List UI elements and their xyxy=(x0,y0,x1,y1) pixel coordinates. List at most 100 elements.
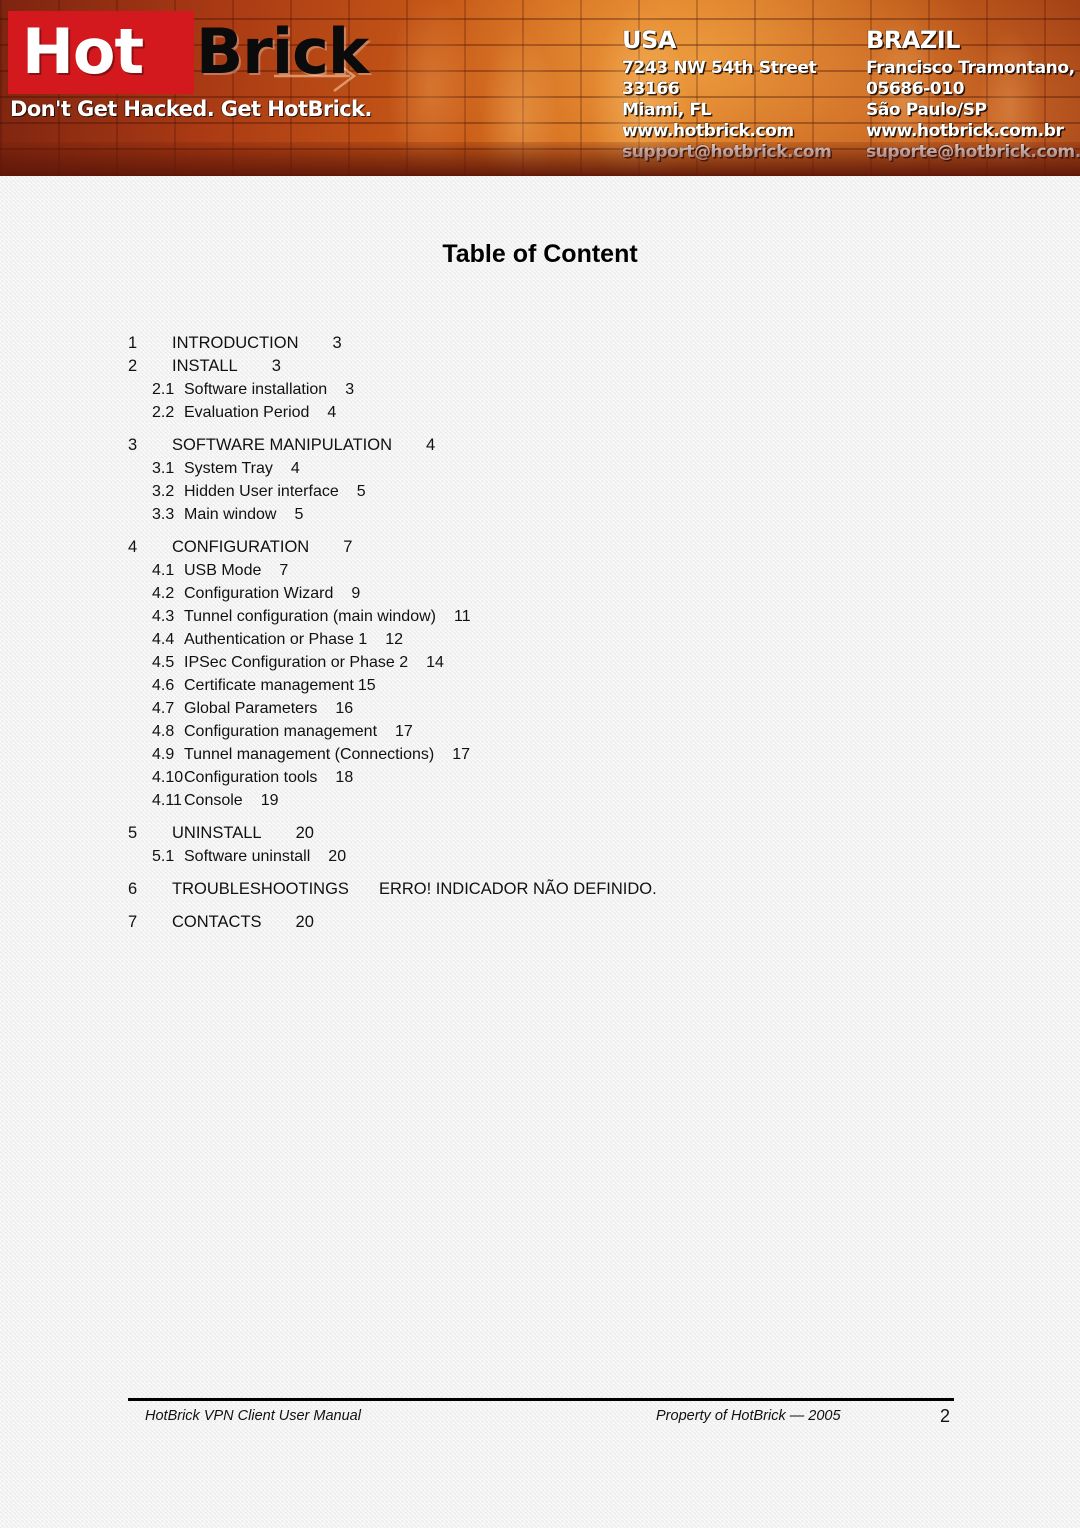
toc-entry-number: 4.10 xyxy=(152,769,184,786)
toc-entry[interactable]: 4.11 Console 19 xyxy=(128,789,958,812)
toc-entry[interactable]: 4.4 Authentication or Phase 1 12 xyxy=(128,628,958,651)
toc-entry-number: 3.3 xyxy=(152,506,175,523)
page-title: Table of Content xyxy=(442,240,638,268)
toc-entry-page-number: 3 xyxy=(271,357,281,375)
toc-entry-page-number: 7 xyxy=(343,538,353,556)
toc-entry-page-number: 18 xyxy=(335,769,354,786)
document-page: Hot Brick Don't Get Hacked. Get HotBrick… xyxy=(0,0,1080,1528)
toc-entry[interactable]: 6 TROUBLESHOOTINGS ERRO! INDICADOR NÃO DEF… xyxy=(128,878,958,901)
toc-entry-page-number: 5 xyxy=(356,483,366,500)
toc-entry-page-number: 7 xyxy=(279,562,289,579)
toc-entry-page-number: 14 xyxy=(426,654,444,671)
toc-entry[interactable]: 3.2 Hidden User interface 5 xyxy=(128,480,958,503)
toc-entry-title: Authentication or Phase 1 xyxy=(184,631,368,648)
toc-entry-page-number: 20 xyxy=(328,848,347,865)
toc-entry-title: USB Mode xyxy=(184,562,262,579)
toc-entry[interactable]: 7 CONTACTS 20 xyxy=(128,911,958,934)
footer-copyright-text: Property of HotBrick — 2005 xyxy=(656,1408,841,1424)
toc-entry-title: Software installation xyxy=(184,381,328,398)
toc-entry-number: 4.11 xyxy=(152,792,182,809)
toc-entry[interactable]: 3 SOFTWARE MANIPULATION 4 xyxy=(128,434,958,457)
toc-entry-page-number: 16 xyxy=(335,700,354,717)
toc-entry-title: Global Parameters xyxy=(184,700,318,717)
toc-entry[interactable]: 4.5 IPSec Configuration or Phase 2 14 xyxy=(128,651,958,674)
toc-entry-number: 4.7 xyxy=(152,700,175,717)
toc-entry[interactable]: 4.6 Certificate management 15 xyxy=(128,674,958,697)
toc-entry[interactable]: 2 INSTALL 3 xyxy=(128,355,958,378)
toc-entry[interactable]: 2.2 Evaluation Period 4 xyxy=(128,401,958,424)
toc-entry-number: 3.2 xyxy=(152,483,175,500)
contact-country-label: USA xyxy=(622,26,676,54)
toc-entry[interactable]: 4.2 Configuration Wizard 9 xyxy=(128,582,958,605)
toc-entry-number: 3 xyxy=(128,436,138,454)
toc-entry-number: 2 xyxy=(128,357,138,375)
table-of-contents: 1 INTRODUCTION 3 2 INSTALL 3 2.1 Software insta… xyxy=(128,322,958,934)
toc-entry-title: TROUBLESHOOTINGS xyxy=(172,880,349,898)
toc-entry-number: 4.1 xyxy=(152,562,175,579)
toc-entry-number: 4.9 xyxy=(152,746,175,763)
contact-city-line: São Paulo/SP xyxy=(866,100,987,120)
toc-entry[interactable]: 4.9 Tunnel management (Connections) 17 xyxy=(128,743,958,766)
toc-entry[interactable]: 4.8 Configuration management 17 xyxy=(128,720,958,743)
toc-entry-page-number: 4 xyxy=(426,436,436,454)
toc-entry-number: 4.5 xyxy=(152,654,175,671)
logo-word-hot: Hot xyxy=(22,15,144,88)
toc-entry-number: 7 xyxy=(128,913,138,931)
toc-entry-number: 4.8 xyxy=(152,723,175,740)
toc-entry-title: Certificate management xyxy=(184,677,354,694)
toc-entry[interactable]: 4.10Configuration tools 18 xyxy=(128,766,958,789)
toc-entry[interactable]: 5 UNINSTALL 20 xyxy=(128,822,958,845)
toc-entry-number: 6 xyxy=(128,880,138,898)
toc-entry-page-number: 17 xyxy=(452,746,471,763)
contact-website-link[interactable]: www.hotbrick.com xyxy=(622,121,831,142)
toc-entry-page-number: ERRO! INDICADOR NÃO DEFINIDO. xyxy=(378,880,657,898)
footer-manual-title: HotBrick VPN Client User Manual xyxy=(145,1408,361,1424)
toc-entry-page-number: 9 xyxy=(351,585,361,602)
toc-entry-page-number: 17 xyxy=(395,723,413,740)
toc-entry-page-number: 11 xyxy=(453,608,471,625)
toc-entry[interactable]: 3.1 System Tray 4 xyxy=(128,457,958,480)
toc-entry-title: INTRODUCTION xyxy=(172,334,299,352)
toc-entry-title: Tunnel management (Connections) xyxy=(184,746,435,763)
toc-entry-title: UNINSTALL xyxy=(172,824,262,842)
contact-city-line: Miami, FL xyxy=(622,100,711,120)
toc-entry-number: 4 xyxy=(128,538,138,556)
toc-entry-number: 4.2 xyxy=(152,585,175,602)
toc-entry-number: 4.6 xyxy=(152,677,175,694)
toc-entry[interactable]: 4.7 Global Parameters 16 xyxy=(128,697,958,720)
toc-entry-page-number: 5 xyxy=(294,506,304,523)
footer-divider xyxy=(128,1398,954,1401)
hotbrick-logo: Hot Brick Don't Get Hacked. Get HotBrick… xyxy=(8,11,372,126)
toc-entry-page-number: 20 xyxy=(295,913,314,931)
toc-entry[interactable]: 4.3 Tunnel configuration (main window) 11 xyxy=(128,605,958,628)
toc-entry-page-number: 15 xyxy=(357,677,376,694)
toc-entry[interactable]: 4 CONFIGURATION 7 xyxy=(128,536,958,559)
toc-entry[interactable]: 3.3 Main window 5 xyxy=(128,503,958,526)
toc-entry[interactable]: 1 INTRODUCTION 3 xyxy=(128,332,958,355)
toc-entry-title: INSTALL xyxy=(172,357,238,375)
toc-entry[interactable]: 2.1 Software installation 3 xyxy=(128,378,958,401)
toc-entry-title: Evaluation Period xyxy=(184,404,310,421)
toc-entry-number: 2.1 xyxy=(152,381,175,398)
toc-entry[interactable]: 5.1 Software uninstall 20 xyxy=(128,845,958,868)
toc-entry-page-number: 3 xyxy=(332,334,342,352)
toc-entry[interactable]: 4.1 USB Mode 7 xyxy=(128,559,958,582)
contact-country-label: BRAZIL xyxy=(866,26,960,54)
toc-entry-number: 5 xyxy=(128,824,138,842)
toc-entry-number: 1 xyxy=(128,334,138,352)
contact-website-link[interactable]: www.hotbrick.com.br xyxy=(866,121,1080,142)
footer-page-number: 2 xyxy=(940,1406,951,1426)
toc-entry-title: Console xyxy=(184,792,243,809)
banner-bottom-shadow xyxy=(0,142,1080,176)
toc-entry-title: SOFTWARE MANIPULATION xyxy=(172,436,393,454)
toc-entry-title: Configuration management xyxy=(184,723,378,740)
toc-entry-title: CONTACTS xyxy=(172,913,262,931)
toc-entry-title: Hidden User interface xyxy=(184,483,339,500)
toc-entry-title: CONFIGURATION xyxy=(172,538,310,556)
toc-entry-page-number: 12 xyxy=(385,631,404,648)
toc-entry-page-number: 4 xyxy=(290,460,300,477)
toc-entry-page-number: 19 xyxy=(260,792,279,809)
toc-entry-title: Tunnel configuration (main window) xyxy=(184,608,436,625)
toc-entry-number: 4.4 xyxy=(152,631,175,648)
toc-entry-title: Configuration tools xyxy=(184,769,318,786)
